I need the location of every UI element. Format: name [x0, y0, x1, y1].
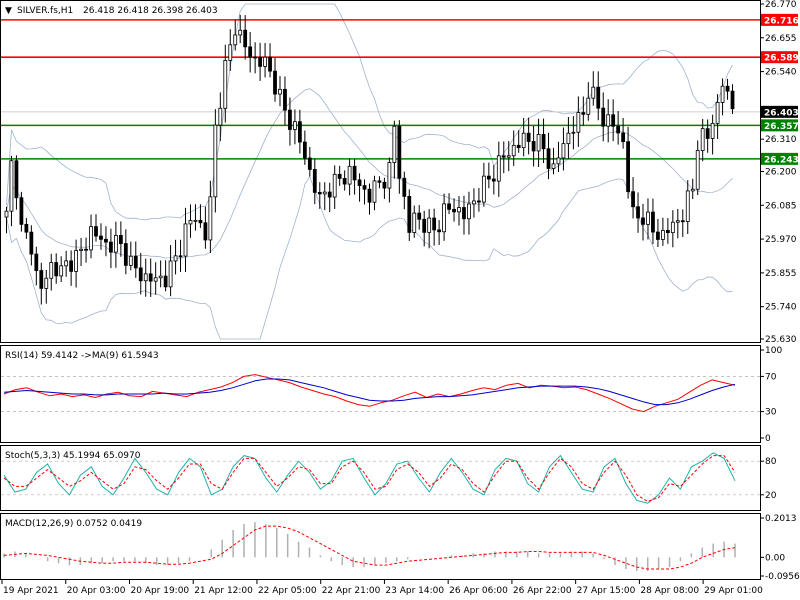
time-axis-label-9: 27 Apr 15:00: [577, 586, 636, 596]
stoch-label: Stoch(5,3,3) 45.1994 65.0970: [5, 451, 141, 461]
rsi-axis-tick-3: 0: [765, 434, 771, 444]
price-axis-tick-2: 26.540: [765, 68, 797, 78]
price-axis-tick-6: 26.085: [765, 201, 797, 211]
time-axis-label-2: 20 Apr 19:00: [130, 586, 189, 596]
rsi-axis-tick-0: 100: [765, 346, 782, 356]
time-axis-label-1: 20 Apr 03:00: [67, 586, 126, 596]
price-axis-tick-10: 25.630: [765, 335, 797, 345]
time-axis-label-0: 19 Apr 2021: [3, 586, 59, 596]
price-panel[interactable]: [0, 0, 761, 343]
price-axis-tick-4: 26.310: [765, 135, 797, 145]
price-axis-tick-1: 26.655: [765, 34, 797, 44]
time-axis-label-4: 22 Apr 05:00: [258, 586, 317, 596]
time-axis-label-3: 21 Apr 12:00: [194, 586, 253, 596]
price-axis-tick-9: 25.740: [765, 303, 797, 313]
time-axis-label-6: 23 Apr 14:00: [385, 586, 444, 596]
time-axis-label-5: 22 Apr 21:00: [322, 586, 381, 596]
resistance-level-label-1: 26.589: [764, 54, 799, 64]
time-axis-label-10: 28 Apr 08:00: [640, 586, 699, 596]
time-axis-label-8: 26 Apr 22:00: [513, 586, 572, 596]
macd-axis-tick-2: -0.0956: [765, 572, 800, 582]
symbol-label: SILVER.fs,H1: [17, 6, 73, 16]
price-axis-tick-8: 25.855: [765, 269, 797, 279]
current-price-label: 26.403: [764, 108, 799, 118]
support-level-label-2: 26.357: [764, 122, 799, 132]
macd-axis-tick-0: 0.2013: [765, 514, 797, 524]
collapse-triangle-icon[interactable]: ▼: [5, 6, 12, 16]
macd-label: MACD(12,26,9) 0.0752 0.0419: [5, 519, 142, 529]
stoch-axis-tick-1: 20: [765, 491, 777, 501]
price-axis-tick-0: 26.770: [765, 0, 797, 10]
resistance-level-label-0: 26.716: [764, 16, 799, 26]
trading-chart[interactable]: 26.716 26.589 26.357 26.243 26.403 26.770 26.…: [0, 0, 800, 600]
ohlc-readout: 26.418 26.418 26.398 26.403: [83, 6, 218, 16]
macd-axis-tick-1: 0.00: [765, 553, 785, 563]
rsi-axis-tick-2: 30: [765, 408, 777, 418]
stoch-axis-tick-0: 80: [765, 457, 777, 467]
price-axis-tick-5: 26.200: [765, 168, 797, 178]
rsi-axis-tick-1: 70: [765, 372, 777, 382]
time-axis-label-11: 29 Apr 01:00: [704, 586, 763, 596]
time-axis-label-7: 26 Apr 06:00: [449, 586, 508, 596]
rsi-label: RSI(14) 59.4142 ->MA(9) 61.5943: [5, 351, 159, 361]
price-axis-tick-7: 25.970: [765, 235, 797, 245]
support-level-label-3: 26.243: [764, 155, 799, 165]
